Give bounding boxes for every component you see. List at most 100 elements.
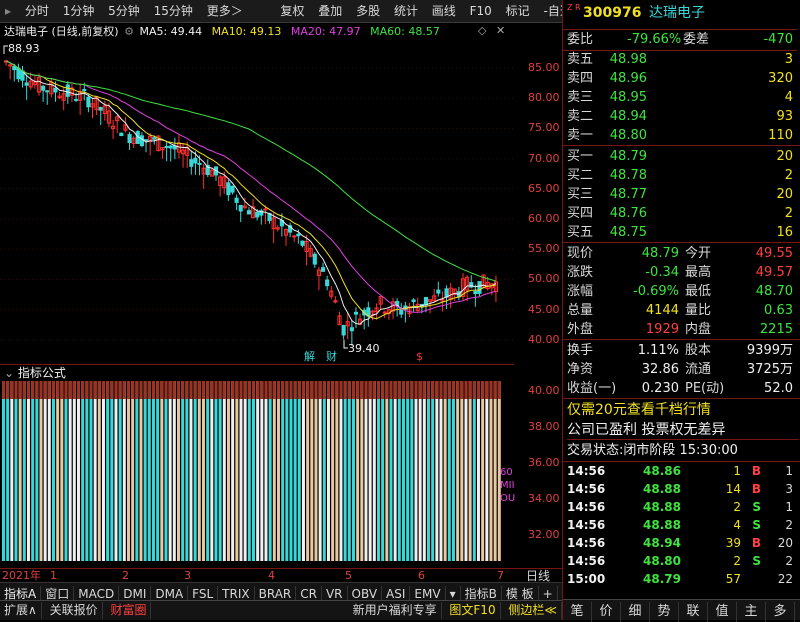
ask-row[interactable]: 卖三 48.95 4 (563, 88, 797, 107)
indicator-tab[interactable]: BRAR (255, 586, 297, 600)
indicator-tab[interactable]: ▾ (446, 586, 461, 600)
indicator-collapse-icon[interactable]: ⌄ (4, 366, 14, 380)
indicator-bar-cap (477, 381, 480, 399)
side-tab[interactable]: 多 (766, 602, 795, 622)
indicator-bar (164, 381, 168, 561)
bid-row[interactable]: 买五 48.75 16 (563, 223, 797, 242)
indicator-bar-cap (56, 381, 60, 399)
indicator-tab[interactable]: EMV (410, 586, 446, 600)
indicator-tab[interactable]: 模 板 (502, 586, 539, 600)
period-label[interactable]: 日线 (514, 568, 562, 583)
indicator-bar (439, 381, 443, 561)
indicator-tab[interactable]: DMA (151, 586, 189, 600)
bid-row[interactable]: 买四 48.76 2 (563, 204, 797, 223)
indicator-bar-cap (6, 381, 10, 399)
indicator-tab[interactable]: + (539, 586, 558, 600)
tick-row[interactable]: 14:56 48.88 2 S 1 (563, 498, 797, 516)
bid-row[interactable]: 买一 48.79 20 (563, 147, 797, 166)
status-expand[interactable]: 扩展∧ (0, 602, 42, 619)
level2-promo[interactable]: 仅需20元查看千档行情 (567, 401, 799, 420)
stat-row[interactable]: 涨跌 -0.34 最高 49.57 (563, 263, 797, 282)
bid-row[interactable]: 买二 48.78 2 (563, 166, 797, 185)
status-wealth-circle[interactable]: 财富圈 (106, 602, 152, 619)
indicator-bar (422, 381, 426, 561)
side-tab[interactable]: 笔 (563, 602, 592, 622)
tick-row[interactable]: 15:00 48.79 57 22 (563, 570, 797, 588)
tick-price: 48.88 (643, 500, 681, 514)
toolbar-overlay[interactable]: 叠加 (313, 0, 347, 22)
toolbar-multi-stock[interactable]: 多股 (351, 0, 385, 22)
indicator-tab[interactable]: TRIX (218, 586, 255, 600)
indicator-tab[interactable]: MACD (74, 586, 120, 600)
stock-code[interactable]: 300976 (583, 0, 641, 27)
fundamental-row[interactable]: 换手 1.11% 股本 9399万 (563, 341, 797, 360)
side-tab[interactable]: 细 (621, 602, 650, 622)
toolbar-mark[interactable]: 标记 (501, 0, 535, 22)
toolbar-stats[interactable]: 统计 (389, 0, 423, 22)
side-tab[interactable]: 势 (650, 602, 679, 622)
fundamental-row[interactable]: 净资 32.86 流通 3725万 (563, 360, 797, 379)
indicator-tab[interactable]: DMI (119, 586, 152, 600)
indicator-tab[interactable]: VR (322, 586, 348, 600)
tick-row[interactable]: 14:56 48.86 1 B 1 (563, 462, 797, 480)
indicator-bar-cap (485, 381, 489, 399)
side-tab[interactable]: 联 (679, 602, 708, 622)
stat-label: 总量 (567, 303, 594, 318)
tick-time: 14:56 (567, 464, 606, 478)
fundamental-row[interactable]: 收益(一) 0.230 PE(动) 52.0 (563, 379, 797, 398)
indicator-title[interactable]: 指标公式 (18, 366, 66, 380)
toolbar-5min[interactable]: 5分钟 (103, 0, 145, 22)
toolbar-15min[interactable]: 15分钟 (149, 0, 198, 22)
stat-row[interactable]: 外盘 1929 内盘 2215 (563, 320, 797, 339)
tick-row[interactable]: 14:56 48.94 39 B 20 (563, 534, 797, 552)
tick-row[interactable]: 14:56 48.88 14 B 3 (563, 480, 797, 498)
indicator-tab[interactable]: OBV (348, 586, 383, 600)
stat-row[interactable]: 涨幅 -0.69% 最低 48.70 (563, 282, 797, 301)
indicator-bar-cap (372, 381, 376, 399)
toolbar-1min[interactable]: 1分钟 (58, 0, 100, 22)
indicator-tab[interactable]: FSL (188, 586, 219, 600)
toolbar-f10[interactable]: F10 (465, 0, 497, 22)
price-chart[interactable]: 88.93 39.40 解财 $ (0, 40, 514, 364)
toolbar-watchlist[interactable]: -自选 (538, 0, 562, 22)
indicator-tab[interactable]: ASI (382, 586, 411, 600)
level-volume: 2 (784, 206, 793, 221)
stat-row[interactable]: 现价 48.79 今开 49.55 (563, 244, 797, 263)
toolbar-draw[interactable]: 画线 (427, 0, 461, 22)
chart-options-icon[interactable]: ◇ (478, 24, 486, 37)
indicator-bar (452, 381, 455, 561)
indicator-tab[interactable]: 指标B (461, 586, 502, 600)
toolbar-more[interactable]: 更多＞ (202, 0, 248, 22)
toolbar-intraday[interactable]: 分时 (20, 0, 54, 22)
ask-row[interactable]: 卖二 48.94 93 (563, 107, 797, 126)
side-tab[interactable]: 值 (708, 602, 737, 622)
stat-row[interactable]: 总量 4144 量比 0.63 (563, 301, 797, 320)
toolbar-adjust[interactable]: 复权 (275, 0, 309, 22)
chart-close-icon[interactable]: ✕ (496, 24, 505, 37)
chart-settings-icon[interactable]: ⚙ (124, 25, 134, 38)
status-f10-graphic[interactable]: 图文F10 (445, 602, 501, 619)
tick-row[interactable]: 14:56 48.80 2 S 2 (563, 552, 797, 570)
status-sidebar-toggle[interactable]: 侧边栏≪ (504, 602, 562, 619)
ask-row[interactable]: 卖四 48.96 320 (563, 69, 797, 88)
side-tab[interactable]: 主 (737, 602, 766, 622)
indicator-tab[interactable]: 指标A (0, 586, 42, 600)
indicator-bar (10, 381, 14, 561)
time-tick-label: 7 (497, 569, 504, 582)
indicator-chart[interactable] (0, 381, 514, 568)
indicator-tab[interactable]: CR (296, 586, 322, 600)
toolbar-period-icon[interactable]: ▸ (0, 0, 16, 22)
side-tab[interactable]: 价 (592, 602, 621, 622)
ask-row[interactable]: 卖五 48.98 3 (563, 50, 797, 69)
ask-row[interactable]: 卖一 48.80 110 (563, 126, 797, 145)
indicator-tab[interactable]: 窗口 (41, 586, 75, 600)
tick-row[interactable]: 14:56 48.88 4 S 2 (563, 516, 797, 534)
indicator-bar (297, 381, 301, 561)
bid-row[interactable]: 买三 48.77 20 (563, 185, 797, 204)
indicator-bar-cap (160, 381, 164, 399)
level-price: 48.98 (609, 52, 647, 67)
stock-name[interactable]: 达瑞电子 (649, 0, 705, 27)
level-volume: 4 (784, 90, 793, 105)
status-new-user-promo[interactable]: 新用户福利专享 (349, 602, 442, 619)
status-related-quotes[interactable]: 关联报价 (46, 602, 103, 619)
